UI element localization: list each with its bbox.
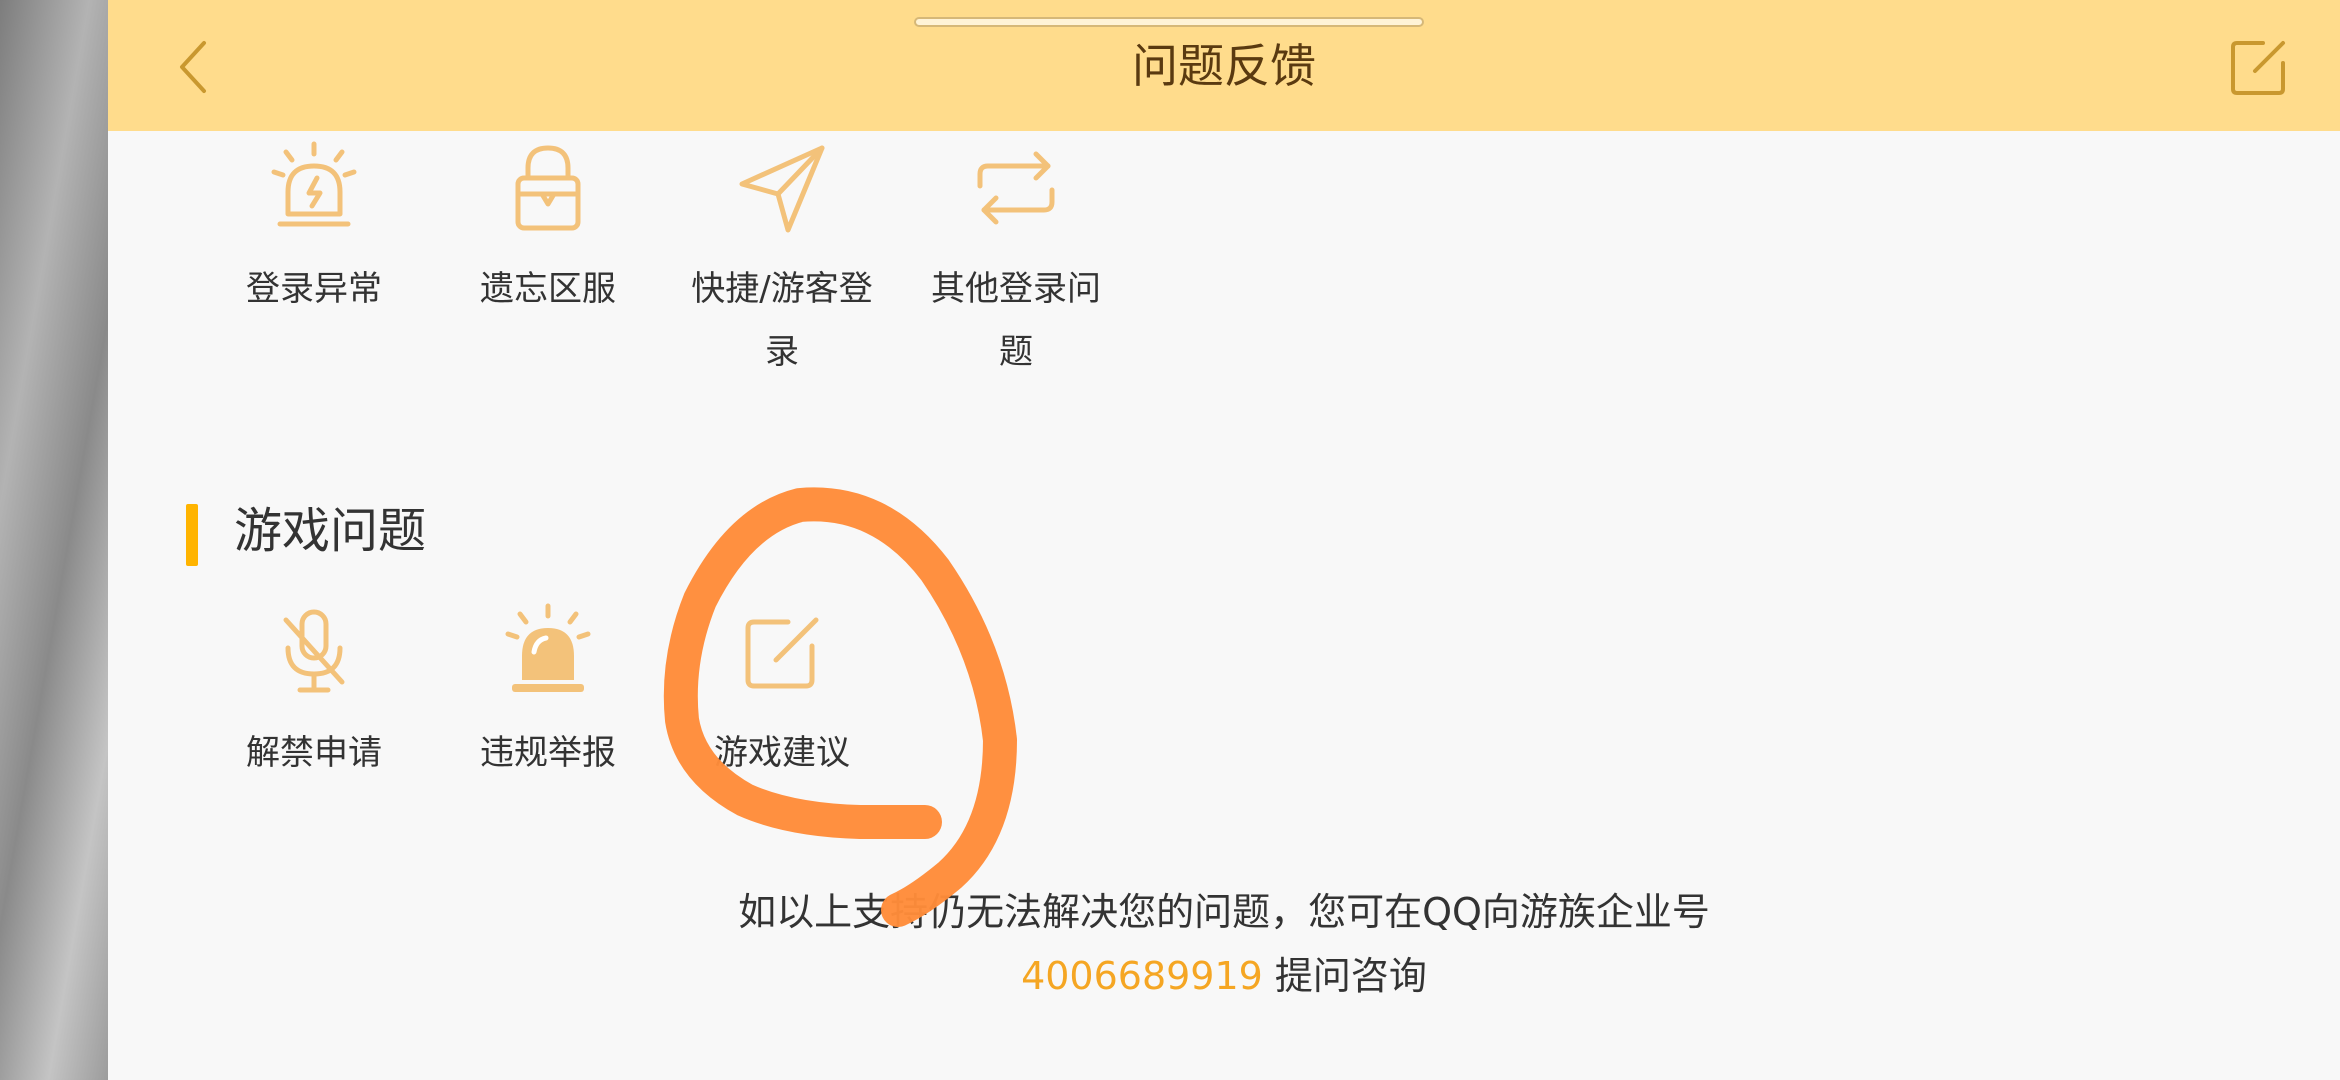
item-label: 遗忘区服 <box>480 269 616 309</box>
siren-icon <box>505 603 591 692</box>
alarm-light-icon <box>271 141 357 227</box>
other-login-issue-item[interactable]: 其他登录问 题 <box>906 128 1126 384</box>
swap-arrows-icon <box>977 151 1055 225</box>
footer-help-text: 如以上支持仍无法解决您的问题，您可在QQ向游族企业号 <box>738 890 1710 934</box>
header-bar: 问题反馈 <box>108 0 2340 131</box>
unban-request-item[interactable]: 解禁申请 <box>204 592 424 785</box>
game-suggestion-item[interactable]: 游戏建议 <box>672 592 892 785</box>
violation-report-item[interactable]: 违规举报 <box>438 592 658 785</box>
paper-plane-icon <box>739 145 825 233</box>
item-label: 登录异常 <box>246 269 382 309</box>
edit-button[interactable] <box>2224 32 2294 102</box>
page-title: 问题反馈 <box>1132 39 1316 93</box>
lock-icon <box>515 145 581 231</box>
quick-guest-login-item[interactable]: 快捷/游客登 录 <box>672 128 892 384</box>
forgot-server-item[interactable]: 遗忘区服 <box>438 128 658 321</box>
background-strip <box>0 0 108 1080</box>
item-label: 游戏建议 <box>714 733 850 773</box>
phone-number-link[interactable]: 4006689919 <box>1021 954 1263 998</box>
item-label: 其他登录问 题 <box>931 269 1101 372</box>
drag-handle[interactable] <box>914 17 1424 27</box>
edit-square-icon <box>2231 41 2285 95</box>
item-label: 快捷/游客登 录 <box>691 269 873 372</box>
microphone-muted-icon <box>283 609 345 693</box>
section-accent-bar <box>186 504 198 566</box>
edit-square-icon <box>745 617 819 689</box>
footer-contact-line: 4006689919 提问咨询 <box>108 941 2340 1011</box>
section-title: 游戏问题 <box>234 503 427 559</box>
item-label: 解禁申请 <box>246 733 382 773</box>
login-error-item[interactable]: 登录异常 <box>204 128 424 321</box>
footer-suffix: 提问咨询 <box>1262 954 1427 998</box>
feedback-page: 问题反馈 登录异常 遗忘区服 快捷/游客登 录 其他登录问 题 游戏问题 解禁申… <box>108 0 2340 1080</box>
item-label: 违规举报 <box>480 733 616 773</box>
